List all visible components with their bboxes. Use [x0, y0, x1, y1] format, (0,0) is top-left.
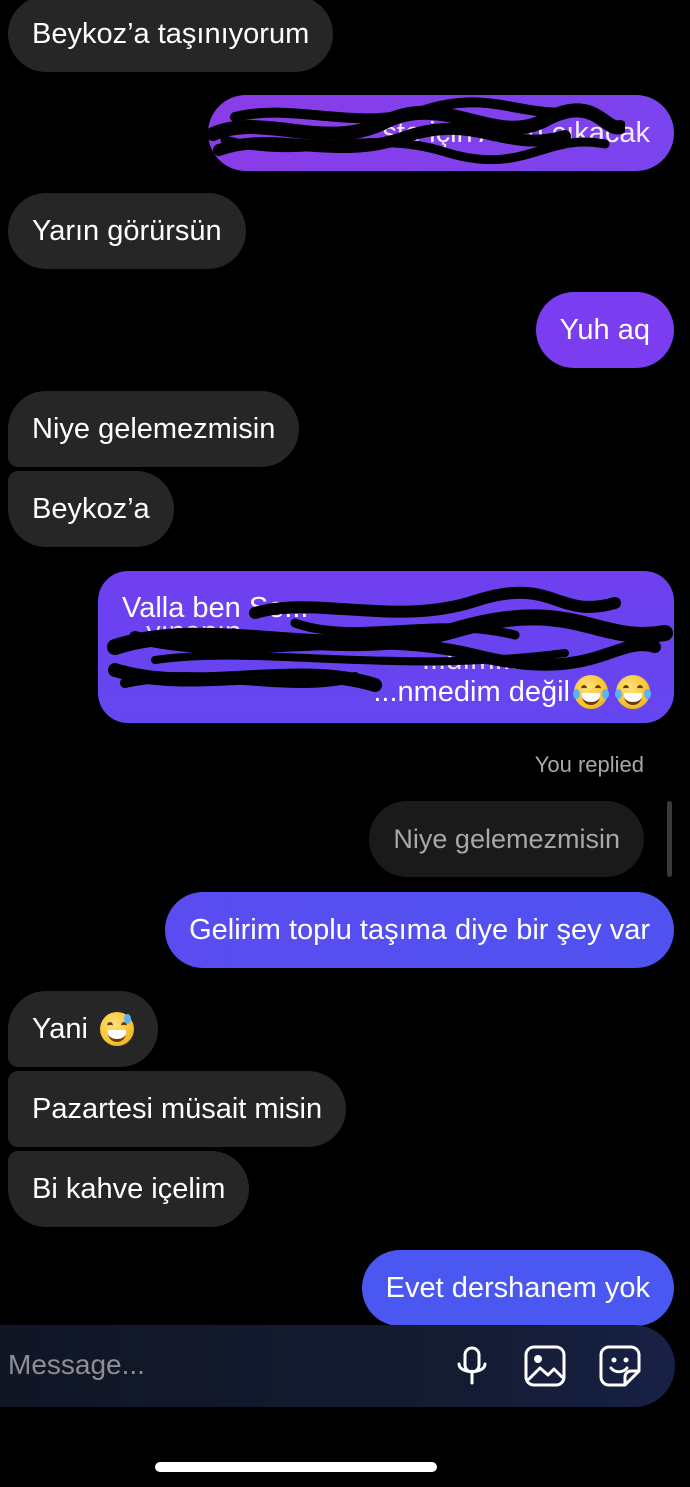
- message-text: Bi kahve içelim: [32, 1173, 226, 1205]
- message-incoming[interactable]: Beykoz’a: [8, 471, 174, 547]
- tears-of-joy-emoji-icon: [615, 675, 651, 709]
- message-line: ...nmedim değil: [122, 673, 651, 711]
- message-incoming[interactable]: Yarın görürsün: [8, 193, 246, 269]
- message-incoming[interactable]: Beykoz’a taşınıyorum: [8, 0, 334, 72]
- message-text: ...ste için Allah çıkacak: [358, 117, 650, 149]
- gallery-icon[interactable]: [523, 1344, 567, 1388]
- message-outgoing[interactable]: ...ste için Allah çıkacak: [208, 95, 674, 171]
- message-text: Evet dershanem yok: [385, 1272, 650, 1304]
- microphone-icon[interactable]: [450, 1344, 494, 1388]
- message-text: Beykoz’a: [32, 493, 150, 525]
- tears-of-joy-emoji-icon: [573, 675, 609, 709]
- message-text: Yarın görürsün: [32, 215, 222, 247]
- message-outgoing[interactable]: Gelirim toplu taşıma diye bir şey var: [165, 892, 674, 968]
- message-outgoing[interactable]: Evet dershanem yok: [361, 1250, 674, 1326]
- message-text: Yuh aq: [559, 314, 650, 346]
- message-text: Yani: [32, 1013, 88, 1045]
- message-text: Niye gelemezmisin: [32, 413, 276, 445]
- message-composer: [0, 1319, 675, 1407]
- message-text: Beykoz’a taşınıyorum: [32, 18, 310, 50]
- message-line-fragment: ...nmedim değil: [373, 676, 570, 708]
- grinning-sweat-emoji-icon: [99, 1012, 134, 1046]
- message-incoming[interactable]: Niye gelemezmisin: [8, 391, 300, 467]
- home-indicator: [155, 1462, 437, 1472]
- message-outgoing-multiline[interactable]: Valla ben Se... ...yınanın... ...dım... …: [98, 571, 674, 723]
- message-incoming[interactable]: Pazartesi müsait misin: [8, 1071, 347, 1147]
- message-text: Pazartesi müsait misin: [32, 1093, 323, 1125]
- quoted-message-text: Niye gelemezmisin: [393, 823, 620, 854]
- message-input[interactable]: [8, 1345, 408, 1385]
- quoted-message[interactable]: Niye gelemezmisin: [369, 801, 644, 877]
- message-text: Gelirim toplu taşıma diye bir şey var: [189, 914, 650, 946]
- reply-label: You replied: [534, 752, 644, 777]
- message-incoming[interactable]: Yani: [8, 991, 158, 1067]
- reply-bar: [667, 801, 672, 877]
- message-incoming[interactable]: Bi kahve içelim: [8, 1151, 250, 1227]
- sticker-icon[interactable]: [598, 1344, 642, 1388]
- message-outgoing[interactable]: Yuh aq: [535, 292, 674, 368]
